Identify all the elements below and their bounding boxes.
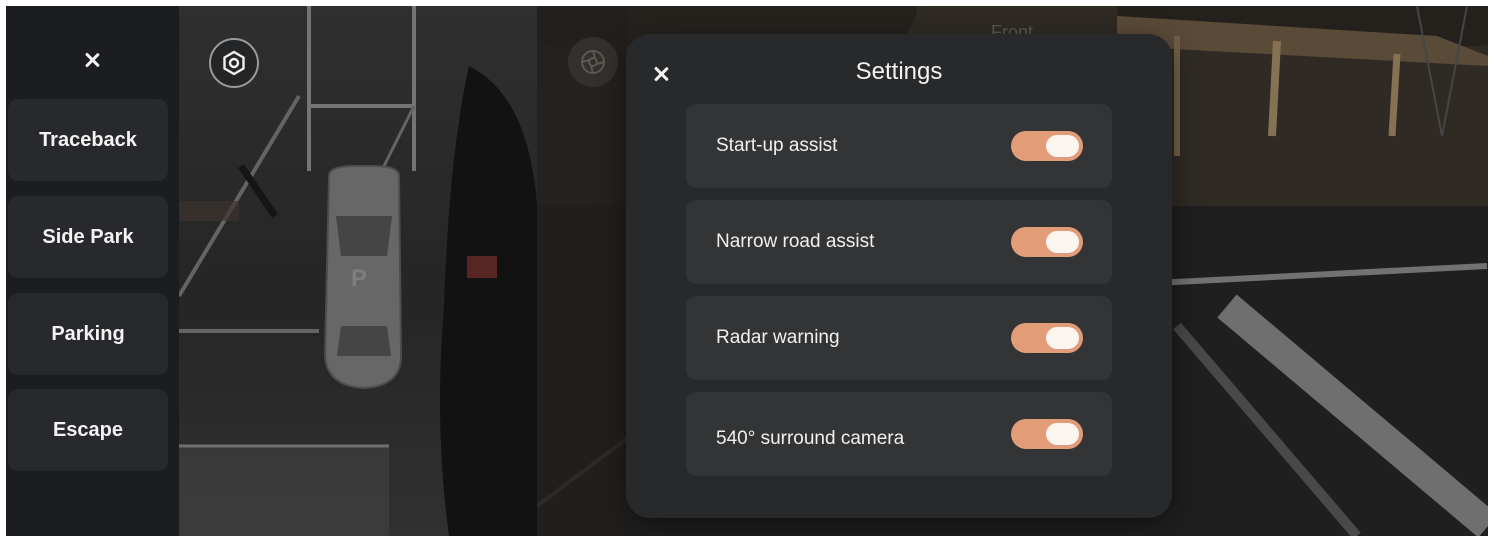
surround-camera-toggle[interactable] [1011,419,1083,449]
settings-button[interactable] [209,38,259,88]
start-up-assist-toggle[interactable] [1011,131,1083,161]
menu-item-side-park[interactable]: Side Park [8,196,168,278]
radar-warning-toggle[interactable] [1011,323,1083,353]
toggle-knob [1046,327,1079,349]
setting-label: 540° surround camera [716,428,905,449]
setting-label: Start-up assist [716,135,838,156]
menu-item-parking[interactable]: Parking [8,293,168,375]
settings-dialog: Settings Start-up assist Narrow road ass… [626,34,1172,518]
narrow-road-assist-toggle[interactable] [1011,227,1083,257]
toggle-knob [1046,231,1079,253]
setting-row-540-surround-camera: 540° surround camera [686,392,1112,476]
aperture-icon [581,50,605,74]
gear-icon [223,50,245,76]
toggle-knob [1046,135,1079,157]
close-icon [84,52,100,68]
parking-assist-screen: Traceback Side Park Parking Escape P Fro… [6,6,1488,536]
menu-item-label: Escape [52,418,124,441]
menu-item-traceback[interactable]: Traceback [8,99,168,181]
parking-mode-menu: Traceback Side Park Parking Escape [6,6,179,536]
menu-item-label: Side Park [42,225,134,248]
toggle-knob [1046,423,1079,445]
menu-item-label: Traceback [39,128,137,151]
setting-row-radar-warning: Radar warning [686,296,1112,380]
settings-title: Settings [855,58,943,85]
menu-item-label: Parking [51,322,125,345]
view-mode-button[interactable] [568,37,618,87]
menu-close-button[interactable] [72,42,112,78]
setting-label: Radar warning [716,327,840,348]
setting-row-narrow-road-assist: Narrow road assist [686,200,1112,284]
setting-row-start-up-assist: Start-up assist [686,104,1112,188]
setting-label: Narrow road assist [716,231,875,252]
menu-item-escape[interactable]: Escape [8,389,168,471]
